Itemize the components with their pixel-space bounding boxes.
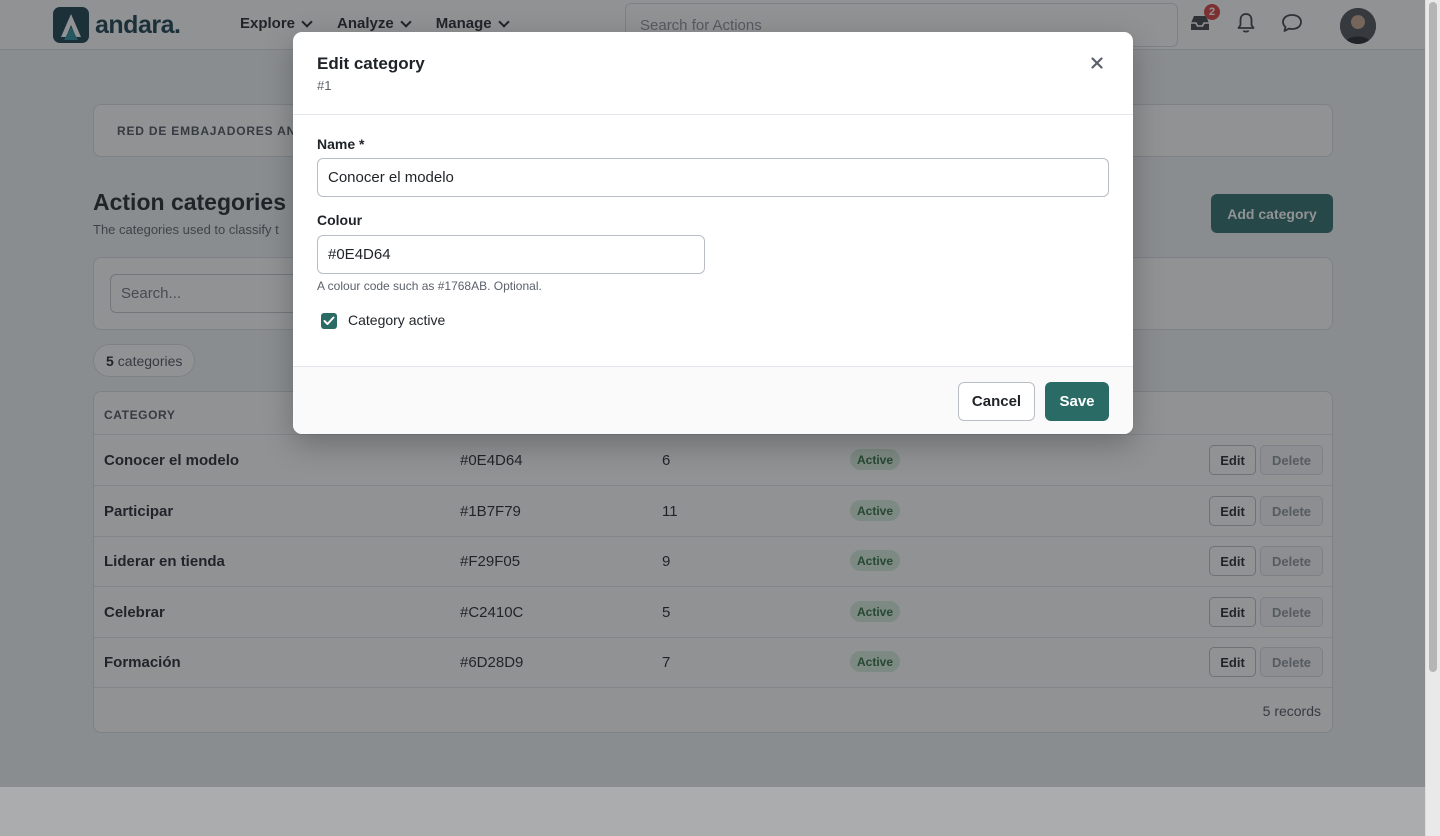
dialog-subtitle: #1 — [317, 78, 332, 93]
name-field[interactable] — [317, 158, 1109, 197]
dialog-title: Edit category — [317, 54, 425, 73]
modal-backdrop-footer[interactable] — [0, 787, 1425, 836]
close-icon — [1091, 57, 1103, 69]
name-field-label: Name * — [317, 136, 365, 152]
close-button[interactable] — [1087, 53, 1107, 73]
category-active-label[interactable]: Category active — [348, 312, 445, 328]
edit-category-dialog: Edit category #1 Name * Colour A colour … — [293, 32, 1133, 434]
scrollbar-thumb[interactable] — [1429, 2, 1437, 672]
colour-field-label: Colour — [317, 212, 363, 228]
save-button[interactable]: Save — [1045, 382, 1109, 421]
category-active-checkbox[interactable] — [321, 313, 337, 329]
cancel-button[interactable]: Cancel — [958, 382, 1035, 421]
colour-field[interactable] — [317, 235, 705, 274]
dialog-header: Edit category #1 — [293, 32, 1133, 115]
dialog-footer: Cancel Save — [293, 366, 1133, 434]
colour-hint: A colour code such as #1768AB. Optional. — [317, 279, 542, 293]
page-scrollbar[interactable] — [1425, 0, 1440, 836]
checkmark-icon — [323, 316, 335, 325]
